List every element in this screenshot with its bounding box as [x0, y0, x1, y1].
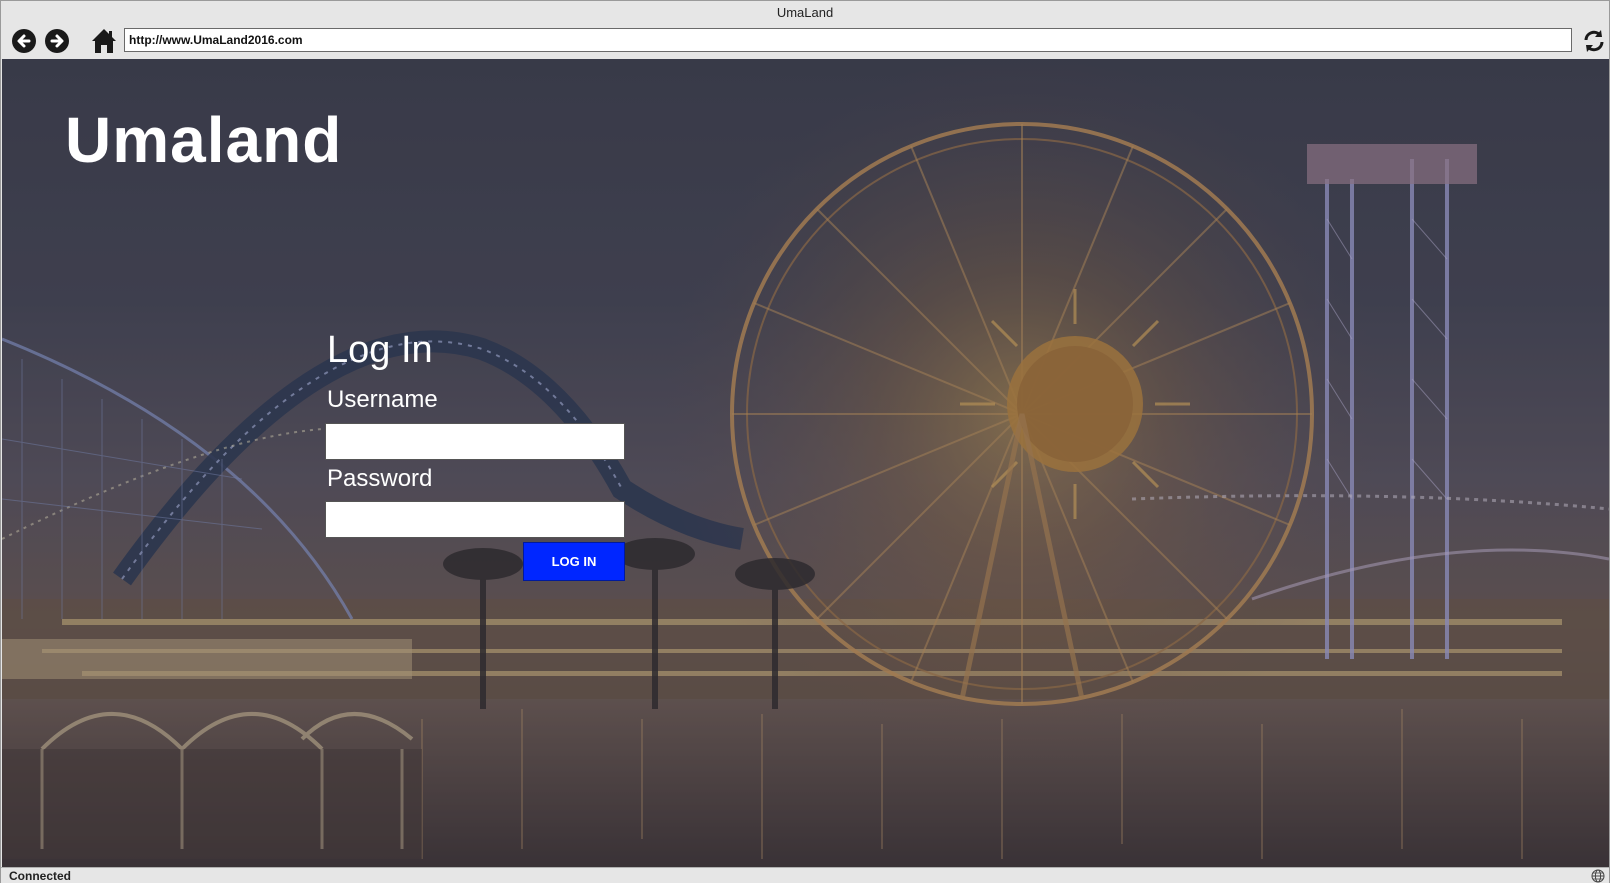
- username-field[interactable]: [325, 423, 625, 460]
- username-label: Username: [327, 386, 438, 413]
- browser-window: UmaLand http://www.UmaLand2016.com Umala…: [0, 0, 1610, 883]
- login-heading: Log In: [327, 329, 433, 371]
- forward-button[interactable]: [44, 28, 70, 54]
- password-field[interactable]: [325, 501, 625, 538]
- window-title: UmaLand: [776, 5, 834, 20]
- status-bar: Connected: [1, 867, 1609, 883]
- home-button[interactable]: [91, 27, 117, 55]
- login-button[interactable]: LOG IN: [523, 542, 625, 581]
- arrow-right-circle-icon: [45, 29, 69, 53]
- address-bar[interactable]: [124, 28, 1572, 52]
- amusement-park-background-image: [2, 59, 1609, 867]
- refresh-icon: [1584, 30, 1604, 52]
- site-title: Umaland: [65, 104, 343, 176]
- home-icon: [92, 29, 116, 53]
- page-viewport: Umaland Log In Username Password LOG IN: [2, 59, 1609, 867]
- password-label: Password: [327, 465, 433, 492]
- refresh-button[interactable]: [1581, 28, 1607, 54]
- back-button[interactable]: [11, 28, 37, 54]
- connection-status: Connected: [9, 869, 72, 883]
- arrow-left-circle-icon: [12, 29, 36, 53]
- globe-icon: [1591, 869, 1605, 883]
- browser-toolbar: [1, 25, 1609, 59]
